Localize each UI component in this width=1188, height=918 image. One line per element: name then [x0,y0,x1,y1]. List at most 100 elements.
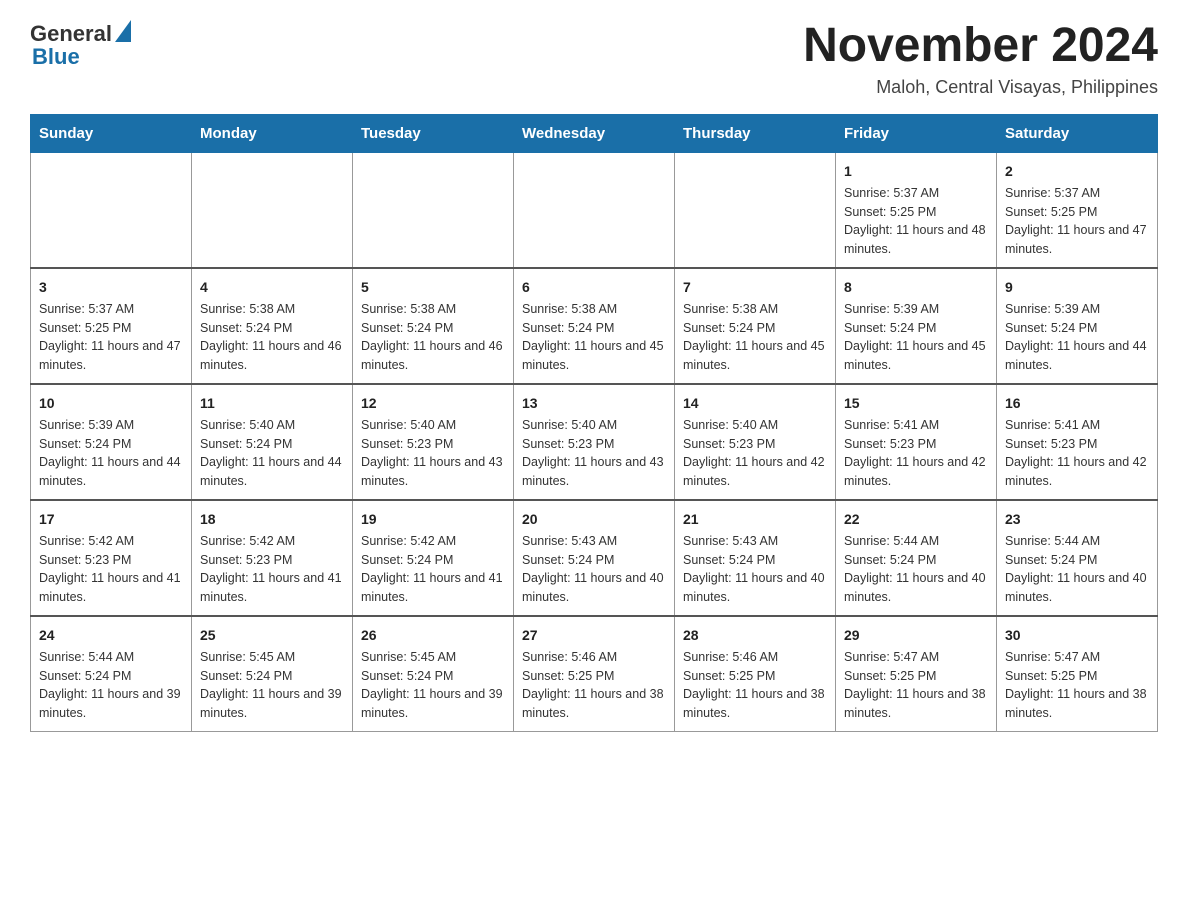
calendar-table: Sunday Monday Tuesday Wednesday Thursday… [30,114,1158,732]
day-number: 27 [522,625,666,646]
day-number: 14 [683,393,827,414]
header-sunday: Sunday [31,114,192,152]
day-info: Sunrise: 5:44 AM Sunset: 5:24 PM Dayligh… [39,648,183,723]
table-row [31,152,192,268]
day-info: Sunrise: 5:39 AM Sunset: 5:24 PM Dayligh… [39,416,183,491]
calendar-header-row: Sunday Monday Tuesday Wednesday Thursday… [31,114,1158,152]
table-row: 4Sunrise: 5:38 AM Sunset: 5:24 PM Daylig… [192,268,353,384]
table-row: 7Sunrise: 5:38 AM Sunset: 5:24 PM Daylig… [675,268,836,384]
table-row [675,152,836,268]
day-number: 21 [683,509,827,530]
day-number: 4 [200,277,344,298]
day-number: 18 [200,509,344,530]
day-number: 11 [200,393,344,414]
table-row: 16Sunrise: 5:41 AM Sunset: 5:23 PM Dayli… [997,384,1158,500]
day-number: 3 [39,277,183,298]
day-number: 19 [361,509,505,530]
day-info: Sunrise: 5:37 AM Sunset: 5:25 PM Dayligh… [1005,184,1149,259]
day-info: Sunrise: 5:42 AM Sunset: 5:24 PM Dayligh… [361,532,505,607]
day-info: Sunrise: 5:43 AM Sunset: 5:24 PM Dayligh… [683,532,827,607]
table-row: 1Sunrise: 5:37 AM Sunset: 5:25 PM Daylig… [836,152,997,268]
day-number: 24 [39,625,183,646]
table-row: 27Sunrise: 5:46 AM Sunset: 5:25 PM Dayli… [514,616,675,732]
table-row: 19Sunrise: 5:42 AM Sunset: 5:24 PM Dayli… [353,500,514,616]
header-friday: Friday [836,114,997,152]
table-row: 17Sunrise: 5:42 AM Sunset: 5:23 PM Dayli… [31,500,192,616]
day-info: Sunrise: 5:41 AM Sunset: 5:23 PM Dayligh… [844,416,988,491]
day-info: Sunrise: 5:39 AM Sunset: 5:24 PM Dayligh… [844,300,988,375]
table-row: 13Sunrise: 5:40 AM Sunset: 5:23 PM Dayli… [514,384,675,500]
day-info: Sunrise: 5:44 AM Sunset: 5:24 PM Dayligh… [844,532,988,607]
table-row [353,152,514,268]
day-number: 6 [522,277,666,298]
day-number: 13 [522,393,666,414]
calendar-week-row: 3Sunrise: 5:37 AM Sunset: 5:25 PM Daylig… [31,268,1158,384]
calendar-week-row: 24Sunrise: 5:44 AM Sunset: 5:24 PM Dayli… [31,616,1158,732]
day-number: 8 [844,277,988,298]
day-info: Sunrise: 5:39 AM Sunset: 5:24 PM Dayligh… [1005,300,1149,375]
day-info: Sunrise: 5:44 AM Sunset: 5:24 PM Dayligh… [1005,532,1149,607]
table-row: 20Sunrise: 5:43 AM Sunset: 5:24 PM Dayli… [514,500,675,616]
day-number: 25 [200,625,344,646]
table-row: 12Sunrise: 5:40 AM Sunset: 5:23 PM Dayli… [353,384,514,500]
calendar-week-row: 17Sunrise: 5:42 AM Sunset: 5:23 PM Dayli… [31,500,1158,616]
table-row: 30Sunrise: 5:47 AM Sunset: 5:25 PM Dayli… [997,616,1158,732]
day-number: 10 [39,393,183,414]
table-row: 2Sunrise: 5:37 AM Sunset: 5:25 PM Daylig… [997,152,1158,268]
location-subtitle: Maloh, Central Visayas, Philippines [803,77,1158,98]
day-number: 5 [361,277,505,298]
month-title: November 2024 [803,20,1158,73]
table-row: 15Sunrise: 5:41 AM Sunset: 5:23 PM Dayli… [836,384,997,500]
day-number: 28 [683,625,827,646]
table-row: 9Sunrise: 5:39 AM Sunset: 5:24 PM Daylig… [997,268,1158,384]
day-number: 7 [683,277,827,298]
day-info: Sunrise: 5:47 AM Sunset: 5:25 PM Dayligh… [1005,648,1149,723]
day-number: 26 [361,625,505,646]
day-info: Sunrise: 5:43 AM Sunset: 5:24 PM Dayligh… [522,532,666,607]
table-row [514,152,675,268]
day-info: Sunrise: 5:41 AM Sunset: 5:23 PM Dayligh… [1005,416,1149,491]
day-number: 22 [844,509,988,530]
day-info: Sunrise: 5:40 AM Sunset: 5:23 PM Dayligh… [361,416,505,491]
table-row: 28Sunrise: 5:46 AM Sunset: 5:25 PM Dayli… [675,616,836,732]
day-info: Sunrise: 5:45 AM Sunset: 5:24 PM Dayligh… [361,648,505,723]
header-tuesday: Tuesday [353,114,514,152]
table-row: 8Sunrise: 5:39 AM Sunset: 5:24 PM Daylig… [836,268,997,384]
table-row: 14Sunrise: 5:40 AM Sunset: 5:23 PM Dayli… [675,384,836,500]
day-number: 9 [1005,277,1149,298]
title-area: November 2024 Maloh, Central Visayas, Ph… [803,20,1158,98]
calendar-week-row: 10Sunrise: 5:39 AM Sunset: 5:24 PM Dayli… [31,384,1158,500]
day-info: Sunrise: 5:42 AM Sunset: 5:23 PM Dayligh… [39,532,183,607]
day-info: Sunrise: 5:40 AM Sunset: 5:23 PM Dayligh… [683,416,827,491]
day-info: Sunrise: 5:40 AM Sunset: 5:23 PM Dayligh… [522,416,666,491]
day-info: Sunrise: 5:46 AM Sunset: 5:25 PM Dayligh… [522,648,666,723]
day-number: 1 [844,161,988,182]
logo-text: General Blue [30,20,132,70]
day-number: 15 [844,393,988,414]
table-row: 23Sunrise: 5:44 AM Sunset: 5:24 PM Dayli… [997,500,1158,616]
day-info: Sunrise: 5:38 AM Sunset: 5:24 PM Dayligh… [522,300,666,375]
day-info: Sunrise: 5:38 AM Sunset: 5:24 PM Dayligh… [361,300,505,375]
header-monday: Monday [192,114,353,152]
calendar-week-row: 1Sunrise: 5:37 AM Sunset: 5:25 PM Daylig… [31,152,1158,268]
day-info: Sunrise: 5:40 AM Sunset: 5:24 PM Dayligh… [200,416,344,491]
day-number: 12 [361,393,505,414]
day-number: 2 [1005,161,1149,182]
day-info: Sunrise: 5:38 AM Sunset: 5:24 PM Dayligh… [200,300,344,375]
day-number: 17 [39,509,183,530]
day-info: Sunrise: 5:47 AM Sunset: 5:25 PM Dayligh… [844,648,988,723]
day-number: 20 [522,509,666,530]
header-thursday: Thursday [675,114,836,152]
day-info: Sunrise: 5:37 AM Sunset: 5:25 PM Dayligh… [844,184,988,259]
table-row: 26Sunrise: 5:45 AM Sunset: 5:24 PM Dayli… [353,616,514,732]
day-info: Sunrise: 5:42 AM Sunset: 5:23 PM Dayligh… [200,532,344,607]
table-row: 22Sunrise: 5:44 AM Sunset: 5:24 PM Dayli… [836,500,997,616]
table-row: 29Sunrise: 5:47 AM Sunset: 5:25 PM Dayli… [836,616,997,732]
header: General Blue November 2024 Maloh, Centra… [30,20,1158,98]
day-number: 23 [1005,509,1149,530]
table-row: 25Sunrise: 5:45 AM Sunset: 5:24 PM Dayli… [192,616,353,732]
table-row: 21Sunrise: 5:43 AM Sunset: 5:24 PM Dayli… [675,500,836,616]
day-number: 29 [844,625,988,646]
day-info: Sunrise: 5:38 AM Sunset: 5:24 PM Dayligh… [683,300,827,375]
logo: General Blue [30,20,132,70]
